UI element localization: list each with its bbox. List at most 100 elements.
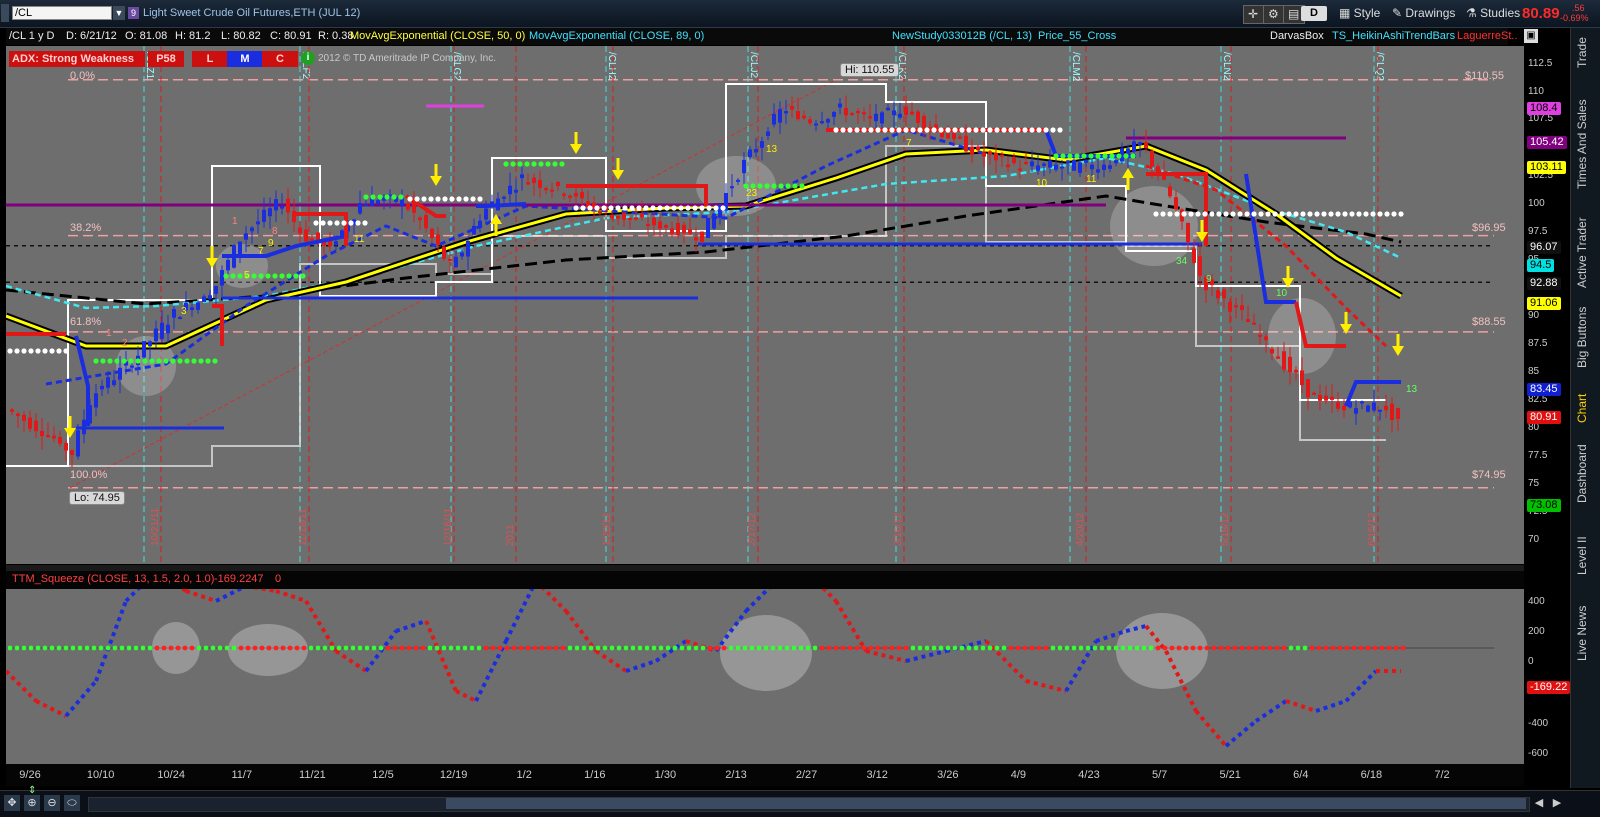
- candle-body: [376, 200, 380, 204]
- sidebar-tab-level-ii[interactable]: Level II: [1575, 528, 1597, 584]
- squeeze-dot: [1088, 153, 1094, 159]
- scroll-left-icon[interactable]: ◀: [1532, 796, 1546, 810]
- price-cross-dot: [428, 196, 434, 202]
- ohlc-low: L: 80.82: [221, 30, 261, 42]
- zoom-out-icon[interactable]: ⊖: [44, 795, 60, 811]
- candle-body: [646, 224, 650, 227]
- candle-body: [712, 213, 716, 229]
- bar-count-label: 3: [181, 306, 187, 317]
- ttm-squeeze-pane[interactable]: [6, 571, 1524, 764]
- drawings-button[interactable]: ✎ Drawings: [1388, 5, 1459, 22]
- scrollbar-thumb[interactable]: [446, 798, 1526, 809]
- candle-body: [532, 177, 536, 184]
- candle-body: [256, 221, 260, 225]
- squeeze-dot: [1130, 153, 1136, 159]
- candle-body: [910, 111, 914, 115]
- squeeze-state-dot: [371, 645, 377, 651]
- candle-body: [106, 377, 110, 388]
- sidebar-tab-active-trader[interactable]: Active Trader: [1575, 213, 1597, 293]
- price-cross-dot: [643, 205, 649, 211]
- expiry-label: /CLJ2: [748, 52, 759, 79]
- candle-body: [1240, 305, 1244, 310]
- sidebar-tab-live-news[interactable]: Live News: [1575, 598, 1597, 668]
- momentum-segment: [275, 589, 307, 603]
- candle-body: [832, 111, 836, 117]
- price-cross-dot: [1202, 211, 1208, 217]
- squeeze-state-dot: [1204, 645, 1210, 651]
- study-newstudy[interactable]: NewStudy033012B (/CL, 13): [892, 28, 1032, 45]
- squeeze-state-dot: [378, 645, 384, 651]
- sidebar-tab-dashboard[interactable]: Dashboard: [1575, 438, 1597, 510]
- price-cross-dot: [1272, 211, 1278, 217]
- study-darvasbox[interactable]: DarvasBox: [1270, 28, 1324, 45]
- squeeze-state-dot: [1190, 645, 1196, 651]
- study-ema89[interactable]: MovAvgExponential (CLOSE, 89, 0): [529, 28, 704, 45]
- candle-body: [1072, 159, 1076, 171]
- style-button[interactable]: ▦ Style: [1335, 5, 1384, 22]
- link-badge[interactable]: 9: [128, 7, 139, 19]
- price-cross-dot: [994, 127, 1000, 133]
- momentum-segment: [334, 649, 368, 673]
- squeeze-state-dot: [294, 645, 300, 651]
- pan-icon[interactable]: ✥: [4, 795, 20, 811]
- aggregation-button[interactable]: D: [1301, 6, 1327, 21]
- fib-price-100: $74.95: [1472, 469, 1506, 481]
- sidebar-tab-times-and-sales[interactable]: Times And Sales: [1575, 88, 1597, 200]
- scroll-right-icon[interactable]: ▶: [1550, 796, 1564, 810]
- squeeze-state-dot: [637, 645, 643, 651]
- study-price55cross[interactable]: Price_55_Cross: [1038, 28, 1116, 45]
- squeeze-state-dot: [1029, 645, 1035, 651]
- squeeze-state-dot: [994, 645, 1000, 651]
- price-axis-label: 112.5: [1528, 58, 1553, 69]
- candle-body: [1396, 408, 1400, 419]
- squeeze-dot: [251, 273, 257, 279]
- sidebar-tab-trade[interactable]: Trade: [1575, 30, 1597, 76]
- price-cross-dot: [421, 196, 427, 202]
- fit-icon[interactable]: ⬭: [64, 795, 80, 811]
- symbol-dropdown-chevron-icon[interactable]: ▼: [113, 6, 125, 20]
- squeeze-state-dot: [238, 645, 244, 651]
- squeeze-state-dot: [140, 645, 146, 651]
- fib-price-61: $88.55: [1472, 316, 1506, 328]
- squeeze-state-dot: [413, 645, 419, 651]
- expand-icon[interactable]: ⇕: [28, 785, 36, 796]
- candle-body: [466, 240, 470, 257]
- symbol-input[interactable]: /CL: [12, 6, 112, 20]
- squeeze-dot: [286, 273, 292, 279]
- study-laguerre[interactable]: LaguerreSt...: [1457, 28, 1517, 45]
- sidebar-tab-chart[interactable]: Chart: [1575, 388, 1597, 428]
- squeeze-dot: [757, 183, 763, 189]
- squeeze-dot: [114, 358, 120, 364]
- expiry-label: /CLM2: [1070, 52, 1081, 82]
- zoom-in-icon[interactable]: ⊕: [24, 795, 40, 811]
- bar-count-label: 10: [1276, 288, 1288, 299]
- squeeze-state-dot: [875, 645, 881, 651]
- price-cross-dot: [580, 205, 586, 211]
- time-axis-label: 1/30: [654, 769, 677, 781]
- study-ema50[interactable]: MovAvgExponential (CLOSE, 50, 0): [350, 28, 525, 45]
- squeeze-label[interactable]: TTM_Squeeze (CLOSE, 13, 1.5, 2.0, 1.0): [12, 573, 214, 585]
- squeeze-dot: [559, 161, 565, 167]
- price-cross-dot: [7, 348, 13, 354]
- fib-price-38: $96.95: [1472, 222, 1506, 234]
- price-cross-dot: [1384, 211, 1390, 217]
- date-label: 6/15/12: [1367, 512, 1378, 546]
- candle-body: [988, 151, 992, 155]
- squeeze-state-dot: [1309, 645, 1315, 651]
- squeeze-state-dot: [749, 645, 755, 651]
- candle-body: [208, 295, 212, 300]
- price-cross-dot: [706, 205, 712, 211]
- study-heikinashi[interactable]: TS_HeikinAshiTrendBars: [1332, 28, 1455, 45]
- squeeze-dot: [212, 358, 218, 364]
- squeeze-state-dot: [1267, 645, 1273, 651]
- candle-body: [262, 209, 266, 222]
- squeeze-state-dot: [476, 645, 482, 651]
- info-icon[interactable]: i: [301, 51, 315, 65]
- price-chart[interactable]: /CLZ1/CLF2/CLG2/CLH2/CLJ2/CLK2/CLM2/CLN2…: [6, 46, 1524, 564]
- squeeze-axis-label: -600: [1528, 748, 1549, 759]
- studies-button[interactable]: ⚗ Studies: [1462, 5, 1524, 22]
- sidebar-tab-big-buttons[interactable]: Big Buttons: [1575, 298, 1597, 376]
- price-cross-dot: [35, 348, 41, 354]
- chart-settings-icon[interactable]: ▣: [1524, 29, 1538, 43]
- momentum-segment: [1254, 699, 1288, 723]
